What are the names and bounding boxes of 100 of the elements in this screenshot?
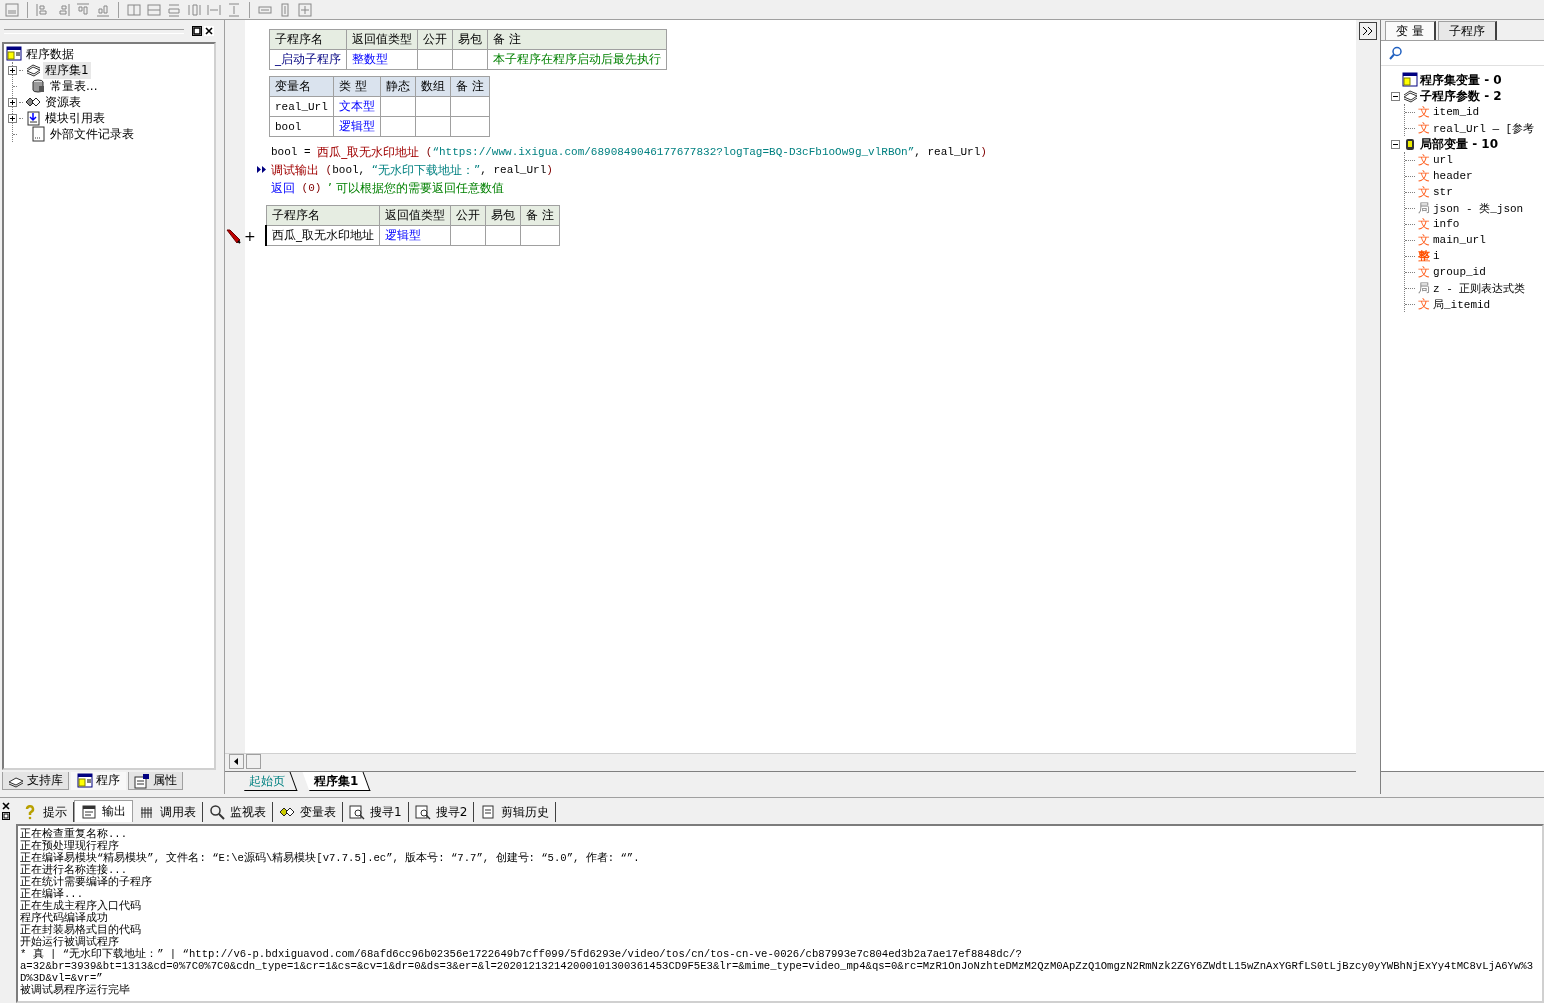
program-icon [1402,72,1418,88]
window-icon [81,803,97,820]
property-sheet-icon [134,772,150,789]
variable-item[interactable]: 局_itemid [1433,296,1491,312]
table-cell: 本子程序在程序启动后最先执行 [487,49,667,70]
tree-item[interactable]: 程序集1 [43,61,91,79]
search-icon[interactable] [1389,46,1403,60]
variable-item[interactable]: info [1433,218,1460,230]
type-icon: 文 [1418,295,1430,313]
code-line: 返回 (0) ’ 可以根据您的需要返回任意数值 [271,179,505,197]
column-header: 返回值类型 [346,29,418,50]
column-header: 子程序名 [269,29,347,50]
tree-item[interactable]: 外部文件记录表 [48,125,136,143]
form-icon[interactable] [4,1,20,18]
panel-tab[interactable]: 变 量 [1385,21,1436,40]
panel-tab[interactable]: 支持库 [2,772,69,790]
expand-icon[interactable] [8,97,17,107]
variable-item[interactable]: url [1433,154,1453,166]
type-icon: 文 [1418,231,1430,249]
column-header: 公开 [450,205,486,226]
output-line: a=32&br=3939&bt=1313&cd=0%7C0%7C0&cdn_type=1&cr=1&cs=&cv=1&dr=0&ds=3&er=&l=202012132142000101300361453CD9F5E3&lr=&mime_type=video_mp4&qs=0&rc=MzR1OnJoNzhteDMzM2QzM0ApZzQ1OmgzN2RmNzk2ZGY6ZWdtL15wZnAxYGRfLS0tLjBzcy0yYWBhNjExYy4tMC8vLjA6Yw%3D%3D&vl=&vr=” [20,960,1535,984]
output-line: * 真 | “无水印下载地址：” | “http://v6-p.bdxiguavod.com/68afd6cc96b02356e1722649b7cff099/5fd6293e/video/tos/cn/tos-cn-ve-0026/cb87993e7c804ed3b2a7ae17ef8848dc/? [20,948,1023,960]
spread-vertical-icon[interactable] [226,1,242,18]
column-header: 静态 [380,76,416,97]
collapse-icon[interactable] [1391,91,1400,101]
document-icon [480,804,497,820]
output-line: 正在进行名称连接... [20,864,129,876]
type-icon: 文 [1418,151,1430,169]
close-icon[interactable] [2,802,10,810]
document-icon [30,126,46,142]
add-icon[interactable]: + [244,228,256,244]
type-icon: 文 [1418,215,1430,233]
column-header: 子程序名 [266,205,380,226]
column-header: 易包 [452,29,488,50]
type-icon: 整 [1418,247,1430,265]
variable-item[interactable]: str [1433,186,1453,198]
variable-item[interactable]: json - 类_json [1433,200,1524,216]
center-horizontal-icon[interactable] [146,1,162,18]
code-line: 调试输出 (bool, “无水印下载地址：”, real_Url) [271,161,987,179]
table-cell[interactable]: 西瓜_取无水印地址 [266,225,380,246]
align-top-icon[interactable] [75,1,91,18]
expand-panel-icon[interactable] [1359,22,1377,40]
same-size-icon[interactable] [297,1,313,18]
table-cell: 整数型 [346,49,418,70]
variable-item[interactable]: i [1433,250,1440,262]
program-icon [77,772,93,789]
variable-item[interactable]: main_url [1433,234,1486,246]
column-header: 备 注 [487,29,667,50]
tree-item[interactable]: 程序数据 [24,45,76,63]
tree-item[interactable]: 模块引用表 [43,109,107,127]
output-line: 程序代码编译成功 [20,912,109,924]
output-line: 正在封装易格式目的代码 [20,924,142,936]
variable-item[interactable]: item_id [1433,106,1480,118]
table-cell: 逻辑型 [333,116,381,137]
document-tab[interactable]: 程序集1 [302,772,371,791]
output-line: 正在编译易模块“精易模块”, 文件名: “E:\e源码\精易模块[v7.7.5].ec”, 版本号: “7.7”, 创建号: “5.0”, 作者: “”. [20,852,641,864]
column-header: 类 型 [333,76,381,97]
table-cell: real_Url [269,96,334,117]
tree-item[interactable]: 资源表 [43,93,83,111]
column-header: 易包 [485,205,521,226]
tree-group[interactable]: 子程序参数 - 2 [1420,87,1502,105]
tree-item[interactable]: 常量表... [48,77,100,95]
variable-item[interactable]: z - 正则表达式类 [1433,280,1526,296]
output-line: 正在统计需要编译的子程序 [20,876,153,888]
scroll-left-icon[interactable] [229,754,244,769]
output-line: 正在预处理现行程序 [20,840,120,852]
output-line: 正在生成主程序入口代码 [20,900,142,912]
panel-tab[interactable]: 属性 [128,772,183,790]
tree-group[interactable]: 局部变量 - 10 [1420,135,1499,153]
maximize-icon[interactable] [2,812,10,820]
panel-tab[interactable]: 程序 [71,772,126,790]
output-line: 开始运行被调试程序 [20,936,119,948]
table-cell: 逻辑型 [379,225,451,246]
variable-item[interactable]: header [1433,170,1473,182]
expand-icon[interactable] [8,65,17,75]
column-header: 数组 [415,76,451,97]
type-icon: 局 [1418,279,1430,297]
center-vertical-icon[interactable] [126,1,142,18]
type-icon: 文 [1418,119,1430,137]
stack-icon [1402,88,1418,104]
document-search-icon [414,804,431,820]
collapse-icon[interactable] [1391,139,1400,149]
type-icon: 文 [1418,183,1430,201]
table-cell: bool [269,116,334,137]
column-header: 变量名 [269,76,334,97]
expand-icon[interactable] [8,113,17,123]
type-icon: 文 [1418,103,1430,121]
stack-icon [25,62,41,78]
maximize-icon[interactable] [192,26,202,36]
pencil-icon [225,228,241,244]
panel-tab[interactable]: 输出 [74,800,133,822]
tree-group[interactable]: 程序集变量 - 0 [1420,71,1502,89]
scrollbar-thumb[interactable] [246,754,261,769]
document-tab[interactable]: 起始页 [237,772,298,791]
space-horizontal-icon[interactable] [186,1,202,18]
space-vertical-icon[interactable] [166,1,182,18]
close-icon[interactable] [204,26,214,36]
panel-tab[interactable]: 子程序 [1437,21,1497,40]
variable-item[interactable]: group_id [1433,266,1486,278]
variable-item[interactable]: real_Url — [参考 [1433,120,1535,136]
